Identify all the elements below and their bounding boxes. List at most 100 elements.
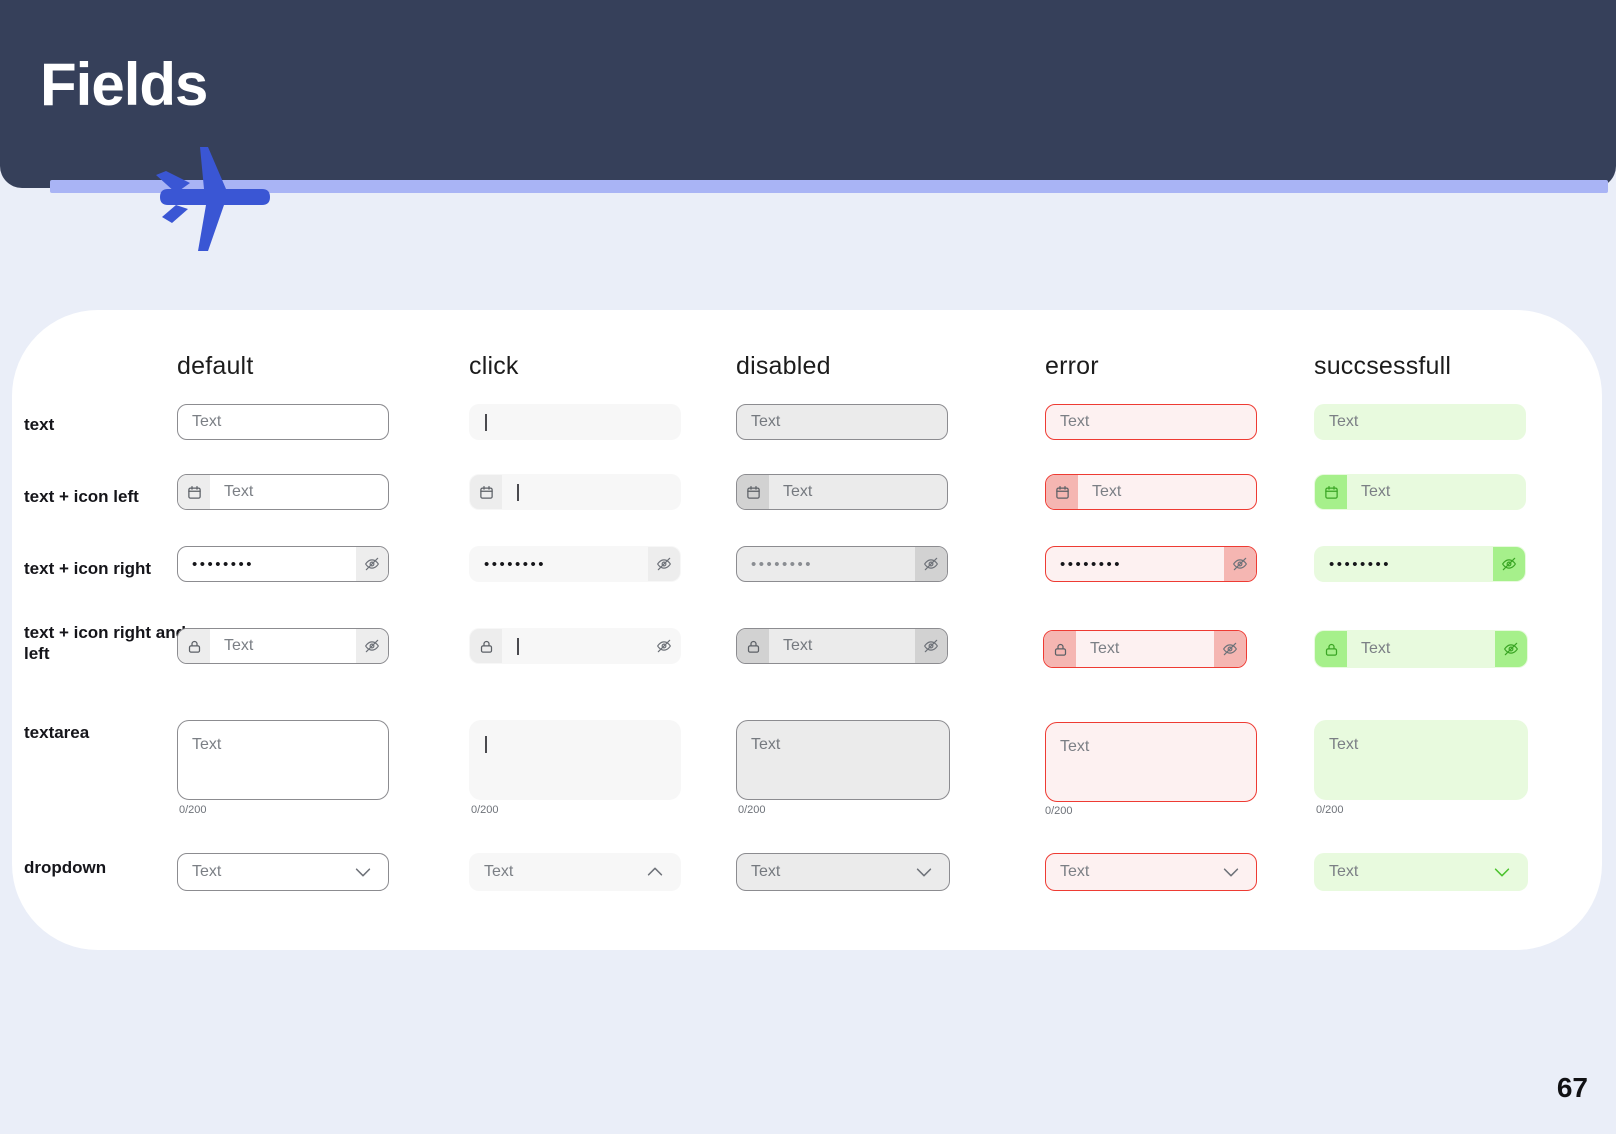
chevron-down-icon[interactable]	[1491, 861, 1513, 883]
column-header-success: succsessfull	[1314, 352, 1452, 380]
placeholder-text: Text	[1060, 738, 1090, 755]
chevron-down-icon[interactable]	[1220, 861, 1242, 883]
text-icon-both-field-error[interactable]: Text	[1043, 630, 1247, 668]
text-caret	[485, 736, 487, 753]
text-field-disabled: Text	[736, 404, 948, 440]
dropdown-value: Text	[192, 863, 222, 880]
textarea-error[interactable]: Text	[1045, 722, 1257, 802]
page-title: Fields	[40, 51, 208, 118]
text-field-success[interactable]: Text	[1314, 404, 1526, 440]
text-icon-both-field-success[interactable]: Text	[1314, 630, 1528, 668]
character-counter-click: 0/200	[471, 804, 499, 816]
row-label-textarea: textarea	[24, 723, 90, 742]
placeholder-text: Text	[1361, 483, 1391, 500]
textarea-disabled: Text	[736, 720, 950, 800]
password-mask: ••••••••	[751, 555, 814, 573]
dropdown-error[interactable]: Text	[1045, 853, 1257, 891]
dropdown-click[interactable]: Text	[469, 853, 681, 891]
placeholder-text: Text	[783, 483, 813, 500]
row-label-icon-both: text + icon right and left	[24, 623, 186, 663]
eye-off-icon[interactable]	[1495, 631, 1527, 667]
text-icon-left-field-default[interactable]: Text	[177, 474, 389, 510]
text-icon-left-field-success[interactable]: Text	[1314, 474, 1526, 510]
dropdown-success[interactable]: Text	[1314, 853, 1528, 891]
eye-off-icon[interactable]	[1224, 547, 1256, 581]
text-caret	[517, 483, 519, 501]
text-caret	[517, 637, 519, 655]
column-header-default: default	[177, 352, 254, 380]
lock-icon[interactable]	[178, 629, 210, 663]
lock-icon[interactable]	[1044, 631, 1076, 667]
password-mask: ••••••••	[1329, 555, 1392, 573]
text-icon-left-field-error[interactable]: Text	[1045, 474, 1257, 510]
character-counter-success: 0/200	[1316, 804, 1344, 816]
placeholder-text: Text	[1092, 483, 1122, 500]
text-field-error[interactable]: Text	[1045, 404, 1257, 440]
airplane-icon	[140, 145, 270, 255]
character-counter-error: 0/200	[1045, 805, 1073, 817]
placeholder-text: Text	[192, 413, 222, 430]
column-header-disabled: disabled	[736, 352, 831, 380]
text-icon-both-field-click[interactable]	[469, 628, 681, 664]
row-label-icon-left: text + icon left	[24, 487, 139, 506]
placeholder-text: Text	[1090, 640, 1120, 657]
password-mask: ••••••••	[192, 555, 255, 573]
calendar-icon[interactable]	[470, 475, 502, 509]
chevron-up-icon[interactable]	[644, 861, 666, 883]
column-header-error: error	[1045, 352, 1099, 380]
accent-bar	[50, 180, 1608, 193]
text-caret	[485, 413, 487, 431]
eye-off-icon[interactable]	[1214, 631, 1246, 667]
character-counter-disabled: 0/200	[738, 804, 766, 816]
placeholder-text: Text	[783, 637, 813, 654]
row-label-icon-right: text + icon right	[24, 559, 152, 578]
placeholder-text: Text	[192, 736, 222, 753]
password-field-disabled: ••••••••	[736, 546, 948, 582]
slide-root: Fields default click disabled error succ…	[0, 0, 1616, 1134]
calendar-icon[interactable]	[178, 475, 210, 509]
row-label-text: text	[24, 415, 55, 434]
password-field-error[interactable]: ••••••••	[1045, 546, 1257, 582]
lock-icon[interactable]	[470, 629, 502, 663]
text-field-default[interactable]: Text	[177, 404, 389, 440]
dropdown-default[interactable]: Text	[177, 853, 389, 891]
placeholder-text: Text	[1329, 736, 1359, 753]
eye-off-icon[interactable]	[356, 629, 388, 663]
placeholder-text: Text	[224, 483, 254, 500]
placeholder-text: Text	[751, 413, 781, 430]
eye-off-icon[interactable]	[1493, 547, 1525, 581]
dropdown-value: Text	[1060, 863, 1090, 880]
calendar-icon[interactable]	[1046, 475, 1078, 509]
dropdown-disabled: Text	[736, 853, 950, 891]
placeholder-text: Text	[224, 637, 254, 654]
chevron-down-icon[interactable]	[352, 861, 374, 883]
chevron-down-icon	[913, 861, 935, 883]
placeholder-text: Text	[1329, 413, 1359, 430]
text-icon-both-field-default[interactable]: Text	[177, 628, 389, 664]
calendar-icon[interactable]	[1315, 475, 1347, 509]
eye-off-icon[interactable]	[648, 547, 680, 581]
password-mask: ••••••••	[484, 555, 547, 573]
text-icon-both-field-disabled: Text	[736, 628, 948, 664]
password-field-click[interactable]: ••••••••	[469, 546, 681, 582]
calendar-icon	[737, 475, 769, 509]
column-header-click: click	[469, 352, 519, 380]
text-field-click[interactable]	[469, 404, 681, 440]
placeholder-text: Text	[1361, 640, 1391, 657]
row-label-dropdown: dropdown	[24, 858, 107, 877]
dropdown-value: Text	[484, 863, 514, 880]
dropdown-value: Text	[1329, 863, 1359, 880]
password-field-success[interactable]: ••••••••	[1314, 546, 1526, 582]
eye-off-icon[interactable]	[356, 547, 388, 581]
placeholder-text: Text	[751, 736, 781, 753]
lock-icon	[737, 629, 769, 663]
textarea-default[interactable]: Text	[177, 720, 389, 800]
eye-off-icon[interactable]	[648, 629, 680, 663]
password-field-default[interactable]: ••••••••	[177, 546, 389, 582]
eye-off-icon	[915, 629, 947, 663]
textarea-click[interactable]	[469, 720, 681, 800]
text-icon-left-field-disabled: Text	[736, 474, 948, 510]
text-icon-left-field-click[interactable]	[469, 474, 681, 510]
lock-icon[interactable]	[1315, 631, 1347, 667]
textarea-success[interactable]: Text	[1314, 720, 1528, 800]
